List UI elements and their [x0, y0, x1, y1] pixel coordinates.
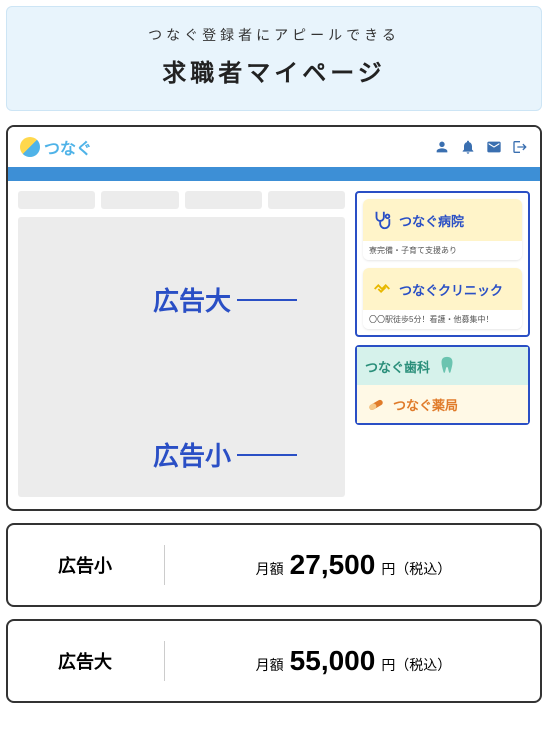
pill-icon	[365, 393, 387, 415]
divider	[164, 545, 165, 585]
ad-card: つなぐクリニック 〇〇駅徒歩5分！看護・他募集中！	[363, 268, 522, 329]
price-large-box: 広告大 月額 55,000 円（税込）	[6, 619, 542, 703]
callout-ad-small: 広告小	[153, 436, 297, 473]
ad-small-row: つなぐ薬局	[357, 385, 528, 423]
price-suffix: 円（税込）	[381, 655, 451, 675]
price-label: 広告大	[20, 648, 150, 674]
divider	[164, 641, 165, 681]
ad-title: つなぐ病院	[399, 211, 464, 230]
handshake-icon	[371, 278, 393, 300]
price-label: 広告小	[20, 552, 150, 578]
ad-card: つなぐ病院 寮完備・子育て支援あり	[363, 199, 522, 260]
ad-small-block: つなぐ歯科 つなぐ薬局	[355, 345, 530, 425]
tabs-row	[18, 191, 345, 209]
mypage-mockup: つなぐ 広告大 広告小	[6, 125, 542, 511]
header-icons	[434, 139, 528, 155]
logout-icon	[512, 139, 528, 155]
nav-bar	[8, 167, 540, 181]
hero-banner: つなぐ登録者にアピールできる 求職者マイページ	[6, 6, 542, 111]
tab-placeholder	[18, 191, 95, 209]
hero-subtitle: つなぐ登録者にアピールできる	[17, 25, 531, 45]
logo-text: つなぐ	[44, 135, 92, 159]
ad-sidebar: つなぐ病院 寮完備・子育て支援あり つなぐクリニック 〇〇駅徒歩5分！看護・他募…	[355, 191, 530, 497]
bell-icon	[460, 139, 476, 155]
tab-placeholder	[185, 191, 262, 209]
callout-label: 広告大	[153, 281, 231, 318]
logo-icon	[20, 137, 40, 157]
price-prefix: 月額	[256, 559, 284, 579]
main-content-placeholder: 広告大 広告小	[18, 191, 345, 497]
hero-title: 求職者マイページ	[17, 53, 531, 88]
stethoscope-icon	[371, 209, 393, 231]
tooth-icon	[436, 355, 458, 377]
mail-icon	[486, 139, 502, 155]
price-value: 月額 27,500 円（税込）	[179, 549, 528, 581]
price-small-box: 広告小 月額 27,500 円（税込）	[6, 523, 542, 607]
callout-line	[237, 299, 297, 301]
price-amount: 55,000	[290, 645, 376, 677]
ad-title: つなぐ歯科	[365, 357, 430, 376]
price-prefix: 月額	[256, 655, 284, 675]
user-icon	[434, 139, 450, 155]
tab-placeholder	[268, 191, 345, 209]
tab-placeholder	[101, 191, 178, 209]
ad-title: つなぐ薬局	[393, 395, 458, 414]
ad-small-row: つなぐ歯科	[357, 347, 528, 385]
ad-caption: 寮完備・子育て支援あり	[363, 241, 522, 260]
mock-body: 広告大 広告小 つなぐ病院 寮完備・子育て支援あり	[8, 181, 540, 509]
price-suffix: 円（税込）	[381, 559, 451, 579]
callout-line	[237, 454, 297, 456]
mock-header: つなぐ	[8, 127, 540, 167]
price-amount: 27,500	[290, 549, 376, 581]
ad-caption: 〇〇駅徒歩5分！看護・他募集中！	[363, 310, 522, 329]
callout-ad-large: 広告大	[153, 281, 297, 318]
logo: つなぐ	[20, 135, 92, 159]
price-value: 月額 55,000 円（税込）	[179, 645, 528, 677]
callout-label: 広告小	[153, 436, 231, 473]
ad-title: つなぐクリニック	[399, 280, 503, 299]
ad-large-block: つなぐ病院 寮完備・子育て支援あり つなぐクリニック 〇〇駅徒歩5分！看護・他募…	[355, 191, 530, 337]
